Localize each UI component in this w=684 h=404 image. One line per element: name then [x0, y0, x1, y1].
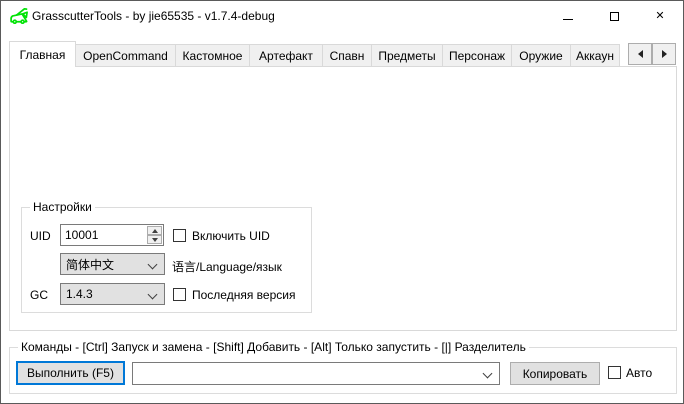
tab-artefakt[interactable]: Артефакт [249, 44, 323, 67]
close-button[interactable]: ✕ [637, 1, 683, 31]
uid-input[interactable] [65, 225, 143, 245]
spinner-up-icon [152, 229, 158, 233]
minimize-icon [563, 19, 573, 20]
tab-predmety[interactable]: Предметы [371, 44, 443, 67]
language-selected-value: 简体中文 [66, 256, 114, 273]
chevron-down-icon [483, 369, 493, 379]
settings-groupbox: Настройки UID Включить UID 简体中文 语言/Langu… [21, 207, 312, 313]
command-input[interactable] [137, 363, 477, 384]
spinner-down-icon [152, 238, 158, 242]
close-icon: ✕ [655, 11, 664, 22]
tab-scroll-right-icon [662, 50, 667, 58]
gc-label: GC [30, 288, 48, 302]
tab-oruzhie[interactable]: Оружие [511, 44, 571, 67]
spinner-down-button[interactable] [147, 235, 162, 244]
uid-field[interactable] [60, 224, 164, 246]
auto-checkbox[interactable] [608, 366, 621, 379]
tab-glavnaya[interactable]: Главная [9, 41, 76, 67]
app-window: GrasscutterTools - by jie65535 - v1.7.4-… [0, 0, 684, 404]
tab-scroll-left-icon [638, 50, 643, 58]
settings-group-title: Настройки [30, 200, 95, 214]
chevron-down-icon [148, 290, 158, 300]
chevron-down-icon [148, 260, 158, 270]
tab-strip: Главная OpenCommand Кастомное Артефакт С… [9, 41, 620, 67]
auto-label: Авто [626, 366, 652, 380]
uid-spinner [147, 226, 162, 244]
enable-uid-label: Включить UID [192, 229, 270, 243]
tab-opencommand[interactable]: OpenCommand [75, 44, 176, 67]
commands-group-title: Команды - [Ctrl] Запуск и замена - [Shif… [18, 340, 529, 354]
app-logo-icon [10, 8, 28, 24]
language-select[interactable]: 简体中文 [60, 253, 165, 275]
latest-version-checkbox[interactable] [173, 288, 186, 301]
command-combobox[interactable] [132, 362, 500, 385]
minimize-button[interactable] [545, 1, 591, 31]
title-bar: GrasscutterTools - by jie65535 - v1.7.4-… [1, 1, 683, 31]
copy-button[interactable]: Копировать [510, 362, 600, 385]
gc-version-select[interactable]: 1.4.3 [60, 283, 165, 305]
tab-kastomnoe[interactable]: Кастомное [175, 44, 250, 67]
gc-version-selected-value: 1.4.3 [66, 287, 93, 301]
maximize-button[interactable] [591, 1, 637, 31]
window-title: GrasscutterTools - by jie65535 - v1.7.4-… [32, 9, 275, 23]
commands-groupbox: Команды - [Ctrl] Запуск и замена - [Shif… [9, 347, 677, 394]
tab-akkaunt[interactable]: Аккаун [570, 44, 620, 67]
spinner-up-button[interactable] [147, 226, 162, 235]
language-hint-label: 语言/Language/язык [172, 258, 282, 275]
tab-scroll-left-button[interactable] [628, 43, 652, 65]
tab-personazh[interactable]: Персонаж [442, 44, 512, 67]
latest-version-label: Последняя версия [192, 288, 295, 302]
uid-label: UID [30, 229, 51, 243]
tab-scroll-right-button[interactable] [652, 43, 676, 65]
maximize-icon [610, 12, 619, 21]
tab-spavn[interactable]: Спавн [322, 44, 372, 67]
enable-uid-checkbox[interactable] [173, 229, 186, 242]
run-command-button[interactable]: Выполнить (F5) [16, 361, 125, 385]
